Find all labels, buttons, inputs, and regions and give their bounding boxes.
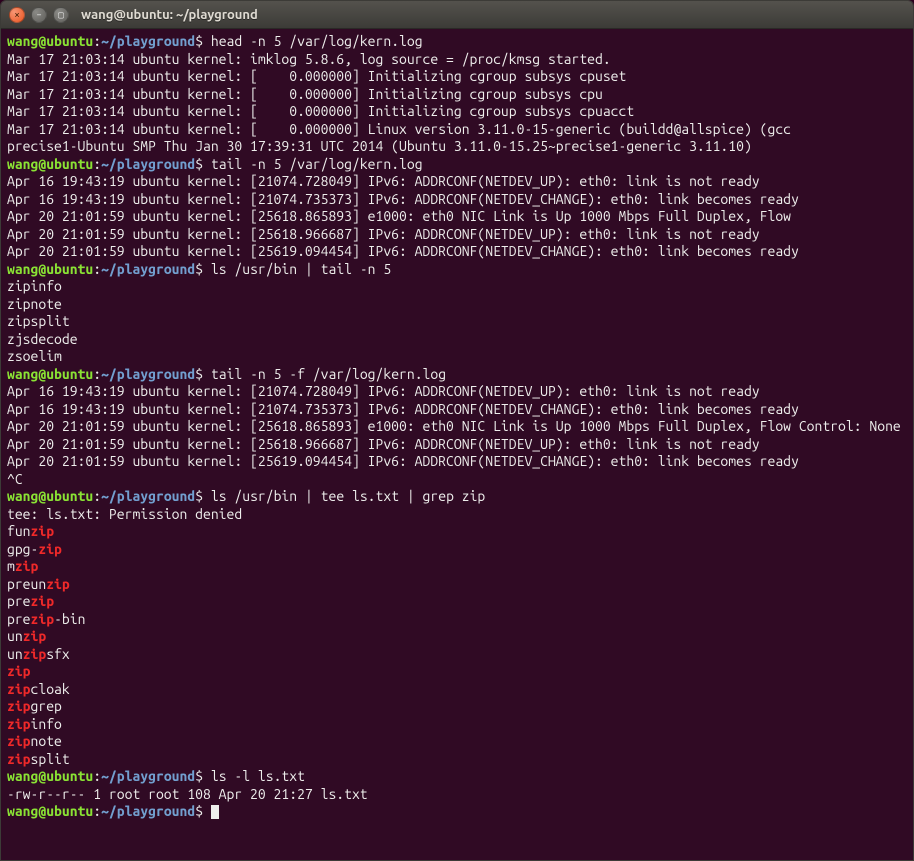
grep-text: note	[31, 733, 62, 749]
command-text: ls /usr/bin | tail -n 5	[211, 261, 391, 277]
command-text: tail -n 5 -f /var/log/kern.log	[211, 366, 446, 382]
terminal-window: × – ▢ wang@ubuntu: ~/playground wang@ubu…	[0, 0, 914, 861]
minimize-icon[interactable]: –	[31, 7, 47, 23]
grep-output-line: zipnote	[7, 733, 907, 751]
output-line: Apr 20 21:01:59 ubuntu kernel: [25618.96…	[7, 436, 907, 454]
grep-output-line: zipsplit	[7, 751, 907, 769]
output-line: Mar 17 21:03:14 ubuntu kernel: [ 0.00000…	[7, 68, 907, 86]
prompt: wang@ubuntu:~/playground$	[7, 261, 211, 277]
output-line: Apr 16 19:43:19 ubuntu kernel: [21074.72…	[7, 383, 907, 401]
grep-match: zip	[38, 541, 62, 557]
grep-match: zip	[15, 558, 39, 574]
grep-text: sfx	[46, 646, 70, 662]
grep-text: fun	[7, 523, 31, 539]
command-line: wang@ubuntu:~/playground$	[7, 803, 907, 821]
grep-text: gpg-	[7, 541, 38, 557]
output-line: Mar 17 21:03:14 ubuntu kernel: [ 0.00000…	[7, 103, 907, 121]
grep-match: zip	[31, 523, 55, 539]
output-line: zipnote	[7, 296, 907, 314]
prompt: wang@ubuntu:~/playground$	[7, 366, 211, 382]
output-line: Apr 20 21:01:59 ubuntu kernel: [25618.86…	[7, 208, 907, 226]
output-line: -rw-r--r-- 1 root root 108 Apr 20 21:27 …	[7, 786, 907, 804]
output-line: Apr 16 19:43:19 ubuntu kernel: [21074.72…	[7, 173, 907, 191]
grep-output-line: prezip	[7, 593, 907, 611]
output-line: Mar 17 21:03:14 ubuntu kernel: [ 0.00000…	[7, 86, 907, 104]
grep-match: zip	[31, 611, 55, 627]
output-line: tee: ls.txt: Permission denied	[7, 506, 907, 524]
command-text: ls -l ls.txt	[211, 768, 305, 784]
output-line: Apr 20 21:01:59 ubuntu kernel: [25618.96…	[7, 226, 907, 244]
grep-output-line: zipgrep	[7, 698, 907, 716]
output-line: Apr 20 21:01:59 ubuntu kernel: [25619.09…	[7, 453, 907, 471]
grep-match: zip	[31, 593, 55, 609]
command-text: tail -n 5 /var/log/kern.log	[211, 156, 423, 172]
output-line: precise1-Ubuntu SMP Thu Jan 30 17:39:31 …	[7, 138, 907, 156]
grep-output-line: unzip	[7, 628, 907, 646]
grep-text: pre	[7, 611, 31, 627]
grep-text: preun	[7, 576, 46, 592]
grep-match: zip	[23, 628, 47, 644]
grep-match: zip	[7, 733, 31, 749]
grep-text: split	[31, 751, 70, 767]
maximize-icon[interactable]: ▢	[53, 7, 69, 23]
grep-output-line: gpg-zip	[7, 541, 907, 559]
titlebar[interactable]: × – ▢ wang@ubuntu: ~/playground	[1, 1, 913, 29]
grep-output-line: zipcloak	[7, 681, 907, 699]
grep-text: -bin	[54, 611, 85, 627]
grep-output-line: prezip-bin	[7, 611, 907, 629]
grep-text: pre	[7, 593, 31, 609]
window-title: wang@ubuntu: ~/playground	[81, 8, 258, 22]
command-line: wang@ubuntu:~/playground$ head -n 5 /var…	[7, 33, 907, 51]
grep-output-line: funzip	[7, 523, 907, 541]
window-controls: × – ▢	[9, 7, 69, 23]
command-text: head -n 5 /var/log/kern.log	[211, 33, 423, 49]
grep-output-line: unzipsfx	[7, 646, 907, 664]
grep-output-line: zipinfo	[7, 716, 907, 734]
grep-text: un	[7, 628, 23, 644]
close-icon[interactable]: ×	[9, 7, 25, 23]
grep-match: zip	[46, 576, 70, 592]
grep-match: zip	[7, 716, 31, 732]
output-line: Mar 17 21:03:14 ubuntu kernel: [ 0.00000…	[7, 121, 907, 139]
output-line: zipinfo	[7, 278, 907, 296]
grep-output-line: zip	[7, 663, 907, 681]
prompt: wang@ubuntu:~/playground$	[7, 768, 211, 784]
grep-output-line: preunzip	[7, 576, 907, 594]
output-line: zjsdecode	[7, 331, 907, 349]
output-line: Mar 17 21:03:14 ubuntu kernel: imklog 5.…	[7, 51, 907, 69]
output-line: zsoelim	[7, 348, 907, 366]
output-line: Apr 16 19:43:19 ubuntu kernel: [21074.73…	[7, 401, 907, 419]
grep-text: m	[7, 558, 15, 574]
command-line: wang@ubuntu:~/playground$ ls /usr/bin | …	[7, 261, 907, 279]
prompt: wang@ubuntu:~/playground$	[7, 33, 211, 49]
command-line: wang@ubuntu:~/playground$ ls /usr/bin | …	[7, 488, 907, 506]
grep-text: info	[31, 716, 62, 732]
grep-match: zip	[7, 698, 31, 714]
grep-text: un	[7, 646, 23, 662]
grep-text: grep	[31, 698, 62, 714]
terminal-body[interactable]: wang@ubuntu:~/playground$ head -n 5 /var…	[1, 29, 913, 861]
grep-text: cloak	[31, 681, 70, 697]
prompt: wang@ubuntu:~/playground$	[7, 803, 211, 819]
grep-match: zip	[7, 751, 31, 767]
command-line: wang@ubuntu:~/playground$ tail -n 5 /var…	[7, 156, 907, 174]
command-line: wang@ubuntu:~/playground$ tail -n 5 -f /…	[7, 366, 907, 384]
grep-output-line: mzip	[7, 558, 907, 576]
output-line: ^C	[7, 471, 907, 489]
output-line: zipsplit	[7, 313, 907, 331]
grep-match: zip	[7, 681, 31, 697]
command-text: ls /usr/bin | tee ls.txt | grep zip	[211, 488, 485, 504]
output-line: Apr 20 21:01:59 ubuntu kernel: [25619.09…	[7, 243, 907, 261]
output-line: Apr 20 21:01:59 ubuntu kernel: [25618.86…	[7, 418, 907, 436]
prompt: wang@ubuntu:~/playground$	[7, 488, 211, 504]
prompt: wang@ubuntu:~/playground$	[7, 156, 211, 172]
command-line: wang@ubuntu:~/playground$ ls -l ls.txt	[7, 768, 907, 786]
cursor	[211, 805, 219, 819]
output-line: Apr 16 19:43:19 ubuntu kernel: [21074.73…	[7, 191, 907, 209]
grep-match: zip	[23, 646, 47, 662]
grep-match: zip	[7, 663, 31, 679]
